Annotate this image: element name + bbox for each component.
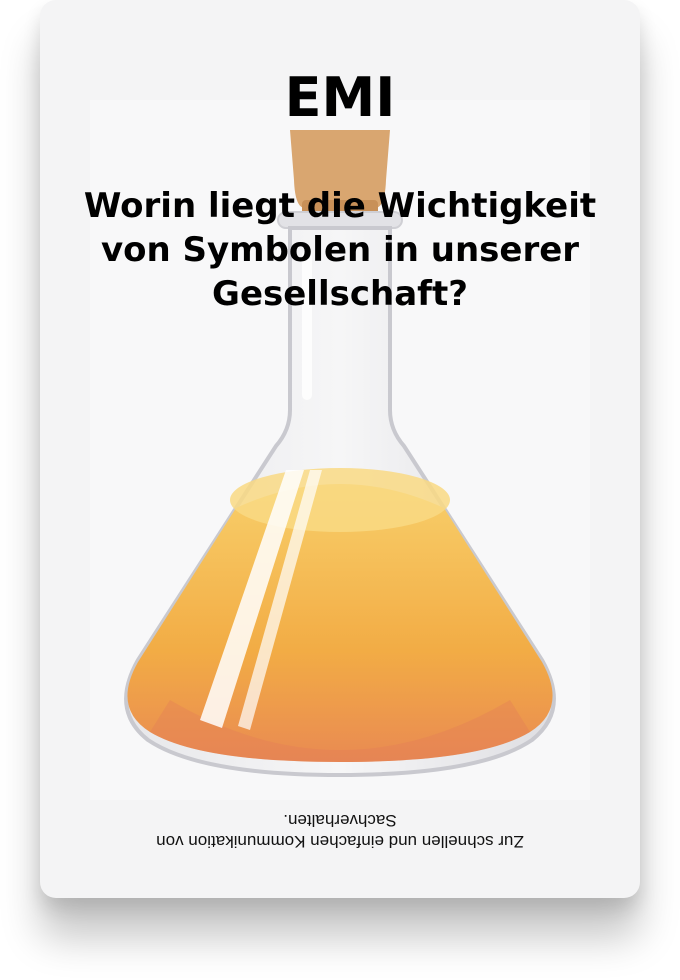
brand-title: EMI [284, 66, 396, 129]
card-question: Worin liegt die Wichtigkeit von Symbolen… [83, 186, 597, 314]
card-answer-upside-down: Zur schnellen und einfachen Kommunikatio… [156, 811, 524, 851]
flash-card[interactable]: EMI Worin liegt die Wichtigkeit von Symb… [40, 0, 640, 898]
